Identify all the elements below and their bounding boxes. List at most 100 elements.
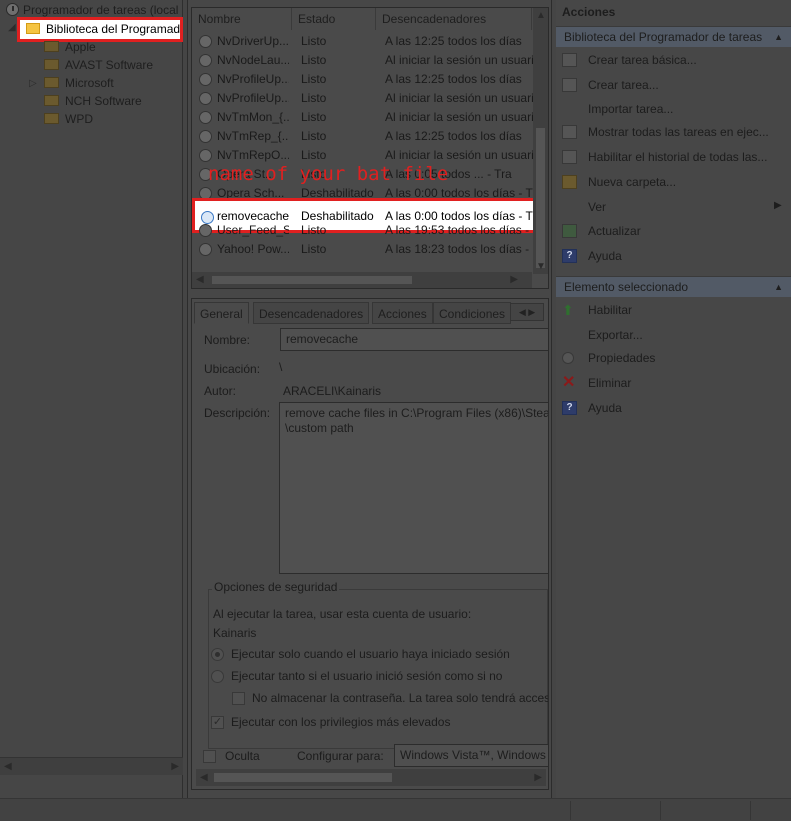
action-delete[interactable]: ✕ Eliminar xyxy=(562,373,782,393)
tree-item-folder[interactable]: WPD xyxy=(44,110,93,128)
location-value: \ xyxy=(279,360,283,374)
action-enable[interactable]: ⬆ Habilitar xyxy=(562,300,782,320)
action-properties[interactable]: Propiedades xyxy=(562,348,782,368)
radio-only-logged-on-label: Ejecutar solo cuando el usuario haya ini… xyxy=(231,647,510,661)
scroll-up-icon[interactable]: ▲ xyxy=(536,10,546,21)
task-list-horizontal-scrollbar[interactable]: ◀ ▶ xyxy=(192,272,532,288)
tab-conditions[interactable]: Condiciones xyxy=(433,302,512,324)
table-row[interactable]: NvProfileUp... Listo A las 12:25 todos los… xyxy=(192,70,532,89)
submenu-arrow-icon[interactable]: ▶ xyxy=(774,200,782,211)
expand-arrow-icon[interactable]: ▷ xyxy=(29,78,37,89)
blank-icon xyxy=(562,328,577,342)
collapse-up-icon[interactable]: ▲ xyxy=(774,277,783,298)
status-separator xyxy=(570,801,571,820)
create-task-icon xyxy=(562,77,577,92)
annotation-bat-file: name of your bat file xyxy=(208,163,449,185)
action-help[interactable]: ? Ayuda xyxy=(562,246,782,266)
action-enable-history[interactable]: Habilitar el historial de todas las... xyxy=(562,147,782,167)
tree-item-folder[interactable]: AVAST Software xyxy=(44,56,153,74)
section-selected-item-title: Elemento seleccionado xyxy=(564,280,689,294)
tab-scroll-arrows-icon[interactable]: ◀ ▶ xyxy=(510,303,544,321)
action-show-running-tasks[interactable]: Mostrar todas las tareas en ejec... xyxy=(562,122,782,142)
scrollbar-thumb[interactable] xyxy=(536,128,545,268)
table-row[interactable]: NvTmRep_{... Listo A las 12:25 todos los d… xyxy=(192,127,532,146)
tab-triggers[interactable]: Desencadenadores xyxy=(253,302,370,324)
folder-icon xyxy=(44,41,59,53)
refresh-icon xyxy=(562,223,577,238)
highest-privileges-label: Ejecutar con los privilegios más elevado… xyxy=(231,715,451,729)
blank-icon xyxy=(562,200,577,214)
action-create-task[interactable]: Crear tarea... xyxy=(562,75,782,95)
radio-whether-logged-on[interactable] xyxy=(211,670,224,683)
configure-for-select[interactable]: Windows Vista™, Windows 7 xyxy=(394,744,548,767)
column-header-triggers[interactable]: Desencadenadores xyxy=(376,8,532,30)
collapse-up-icon[interactable]: ▲ xyxy=(774,27,783,48)
section-library-header[interactable]: Biblioteca del Programador de tareas ▲ xyxy=(556,26,791,47)
name-field[interactable]: removecache xyxy=(280,328,548,351)
action-refresh[interactable]: Actualizar xyxy=(562,221,782,241)
action-help-selected[interactable]: ? Ayuda xyxy=(562,398,782,418)
do-not-store-password-checkbox[interactable] xyxy=(232,692,245,705)
task-clock-icon xyxy=(199,111,212,124)
folder-icon xyxy=(44,95,59,107)
scroll-left-icon[interactable]: ◀ xyxy=(200,772,208,783)
task-list-vertical-scrollbar[interactable]: ▲ ▼ xyxy=(533,8,548,274)
table-row[interactable]: NvDriverUp... Listo A las 12:25 todos los … xyxy=(192,32,532,51)
section-selected-item-header[interactable]: Elemento seleccionado ▲ xyxy=(556,276,791,297)
tree-item-library[interactable]: Biblioteca del Programad xyxy=(17,17,183,42)
name-label: Nombre: xyxy=(204,333,251,347)
tab-actions[interactable]: Acciones xyxy=(372,302,433,324)
task-clock-icon xyxy=(199,149,212,162)
author-value: ARACELI\Kainaris xyxy=(283,384,382,398)
table-row[interactable]: NvTmMon_{... Listo Al iniciar la sesión un… xyxy=(192,108,533,127)
tree-item-folder[interactable]: Microsoft xyxy=(44,74,114,92)
run-as-user: Kainaris xyxy=(213,626,257,640)
table-row[interactable]: NvNodeLau... Listo Al iniciar la sesión un… xyxy=(192,51,533,70)
description-field[interactable]: remove cache files in C:\Program Files (… xyxy=(279,402,548,574)
column-header-status[interactable]: Estado xyxy=(292,8,376,30)
task-scheduler-icon xyxy=(6,3,19,17)
action-export[interactable]: Exportar... xyxy=(562,325,782,345)
status-bar xyxy=(0,798,791,821)
radio-only-logged-on[interactable] xyxy=(211,648,224,661)
center-pane: Nombre Estado Desencadenadores NvDriverU… xyxy=(187,0,552,798)
folder-icon xyxy=(44,59,59,71)
action-new-folder[interactable]: Nueva carpeta... xyxy=(562,172,782,192)
scrollbar-thumb[interactable] xyxy=(212,276,412,284)
table-row[interactable]: NvProfileUp... Listo Al iniciar la sesión … xyxy=(192,89,533,108)
table-row[interactable]: User_Feed_S...ListoA las 19:53 todos los… xyxy=(192,221,533,240)
scroll-left-icon[interactable]: ◀ xyxy=(196,274,204,285)
table-row[interactable]: Yahoo! Pow... Listo A las 18:23 todos los … xyxy=(192,240,533,259)
details-horizontal-scrollbar[interactable]: ◀ ▶ xyxy=(196,769,546,786)
task-clock-icon xyxy=(199,130,212,143)
actions-header: Acciones xyxy=(562,5,616,19)
task-clock-icon xyxy=(199,224,212,237)
scroll-right-icon[interactable]: ▶ xyxy=(510,274,518,285)
tree-horizontal-scrollbar[interactable]: ◀ ▶ xyxy=(0,757,183,775)
tree-item-folder[interactable]: Apple xyxy=(44,38,96,56)
scroll-left-icon[interactable]: ◀ xyxy=(4,761,12,772)
scroll-down-icon[interactable]: ▼ xyxy=(536,261,546,272)
folder-icon xyxy=(26,23,40,35)
blank-icon xyxy=(562,102,577,116)
action-view[interactable]: Ver xyxy=(562,197,782,217)
scroll-right-icon[interactable]: ▶ xyxy=(534,772,542,783)
delete-icon: ✕ xyxy=(562,373,576,391)
task-clock-icon xyxy=(199,54,212,67)
task-clock-icon xyxy=(199,243,212,256)
enable-icon: ⬆ xyxy=(562,301,574,318)
tree-item-folder[interactable]: NCH Software xyxy=(44,92,142,110)
action-create-basic-task[interactable]: Crear tarea básica... xyxy=(562,50,782,70)
hidden-checkbox[interactable] xyxy=(203,750,216,763)
collapse-arrow-icon[interactable]: ◢ xyxy=(8,22,16,33)
navigation-tree: Programador de tareas (local ◢ Bibliotec… xyxy=(0,0,183,798)
radio-whether-logged-on-label: Ejecutar tanto si el usuario inició sesi… xyxy=(231,669,503,683)
tab-general[interactable]: General xyxy=(194,302,249,324)
scroll-right-icon[interactable]: ▶ xyxy=(171,761,179,772)
highest-privileges-checkbox[interactable]: ✓ xyxy=(211,716,224,729)
action-import-task[interactable]: Importar tarea... xyxy=(562,99,782,119)
task-list: Nombre Estado Desencadenadores NvDriverU… xyxy=(191,7,549,289)
task-details-panel: General Desencadenadores Acciones Condic… xyxy=(191,298,549,790)
scrollbar-thumb[interactable] xyxy=(214,773,392,782)
column-header-name[interactable]: Nombre xyxy=(192,8,292,30)
